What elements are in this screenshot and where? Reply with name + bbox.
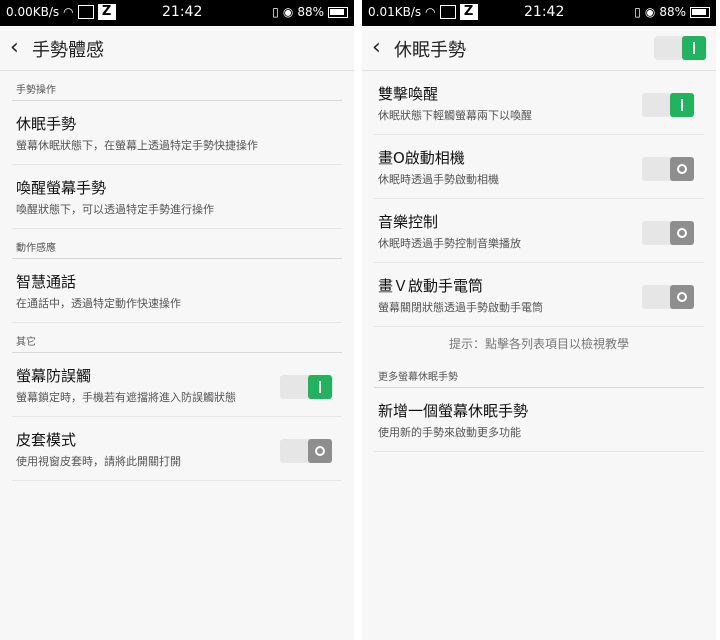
z-app-icon: Z — [97, 4, 116, 20]
section-label: 動作感應 — [12, 229, 342, 259]
section-label: 手勢操作 — [12, 71, 342, 101]
toggle-knob — [670, 157, 694, 181]
item-title: 雙擊喚醒 — [378, 85, 439, 103]
section-label: 更多螢幕休眠手勢 — [374, 358, 704, 388]
battery-icon — [328, 6, 348, 18]
wifi-icon: ◠ — [425, 5, 436, 19]
status-bar: 0.00KB/s ◠ Z 21:42 ▯ ◉ 88% — [0, 0, 354, 26]
item-subtitle: 使用新的手勢來啟動更多功能 — [378, 426, 521, 439]
pocket-mode-toggle[interactable] — [280, 375, 332, 399]
back-arrow-icon[interactable]: ‹ — [372, 37, 392, 59]
vibrate-icon: ▯ — [634, 5, 641, 19]
eye-icon: ◉ — [644, 5, 656, 19]
list-item-music-control[interactable]: 音樂控制 休眠時透過手勢控制音樂播放 — [374, 199, 704, 263]
page-title: 休眠手勢 — [394, 40, 466, 61]
left-screen: 0.00KB/s ◠ Z 21:42 ▯ ◉ 88% ‹ 手勢體感 手勢操作 休… — [0, 0, 354, 640]
list-item-wake-gesture[interactable]: 喚醒螢幕手勢 喚醒狀態下，可以透過特定手勢進行操作 — [12, 165, 342, 229]
item-subtitle: 螢幕關閉狀態透過手勢啟動手電筒 — [378, 301, 543, 314]
back-arrow-icon[interactable]: ‹ — [10, 37, 30, 59]
music-control-toggle[interactable] — [642, 221, 694, 245]
toggle-knob — [308, 375, 332, 399]
item-title: 智慧通話 — [16, 273, 77, 291]
hint-text: 提示：點擊各列表項目以檢視教學 — [448, 337, 629, 351]
item-title: 皮套模式 — [16, 431, 77, 449]
item-title: 螢幕防誤觸 — [16, 367, 92, 385]
item-subtitle: 休眠時透過手勢控制音樂播放 — [378, 237, 521, 250]
z-app-icon: Z — [459, 4, 478, 20]
status-time: 21:42 — [162, 4, 203, 20]
toggle-knob — [682, 36, 706, 60]
battery-icon — [690, 6, 710, 18]
item-title: 喚醒螢幕手勢 — [16, 179, 107, 197]
item-subtitle: 在通話中，透過特定動作快速操作 — [16, 297, 181, 310]
double-tap-wake-toggle[interactable] — [642, 93, 694, 117]
app-header: ‹ 手勢體感 — [0, 26, 354, 71]
item-title: 畫O啟動相機 — [378, 149, 465, 167]
vibrate-icon: ▯ — [272, 5, 279, 19]
list-item-draw-o-camera[interactable]: 畫O啟動相機 休眠時透過手勢啟動相機 — [374, 135, 704, 199]
list-item-pocket-mode[interactable]: 螢幕防誤觸 螢幕鎖定時，手機若有遮擋將進入防誤觸狀態 — [12, 353, 342, 417]
list-item-sleep-gesture[interactable]: 休眠手勢 螢幕休眠狀態下，在螢幕上透過特定手勢快捷操作 — [12, 101, 342, 165]
toggle-knob — [308, 439, 332, 463]
item-subtitle: 螢幕鎖定時，手機若有遮擋將進入防誤觸狀態 — [16, 391, 236, 404]
app-header: ‹ 休眠手勢 — [362, 26, 716, 71]
battery-percent: 88% — [659, 5, 686, 19]
sleep-gesture-master-toggle[interactable] — [654, 36, 706, 60]
section-label: 其它 — [12, 323, 342, 353]
cover-mode-toggle[interactable] — [280, 439, 332, 463]
toggle-knob — [670, 285, 694, 309]
wifi-icon: ◠ — [63, 5, 74, 19]
page-title: 手勢體感 — [32, 40, 104, 61]
network-speed: 0.01KB/s — [368, 5, 422, 19]
item-title: 音樂控制 — [378, 213, 439, 231]
status-time: 21:42 — [524, 4, 565, 20]
draw-v-flashlight-toggle[interactable] — [642, 285, 694, 309]
item-title: 休眠手勢 — [16, 115, 77, 133]
item-subtitle: 休眠狀態下輕觸螢幕兩下以喚醒 — [378, 109, 532, 122]
list-item-draw-v-flashlight[interactable]: 畫Ｖ啟動手電筒 螢幕關閉狀態透過手勢啟動手電筒 — [374, 263, 704, 327]
item-subtitle: 螢幕休眠狀態下，在螢幕上透過特定手勢快捷操作 — [16, 139, 258, 152]
battery-percent: 88% — [297, 5, 324, 19]
item-title: 畫Ｖ啟動手電筒 — [378, 277, 484, 295]
item-subtitle: 休眠時透過手勢啟動相機 — [378, 173, 499, 186]
image-icon — [439, 5, 456, 19]
item-subtitle: 使用視窗皮套時，請將此開關打開 — [16, 455, 181, 468]
list-item-smart-call[interactable]: 智慧通話 在通話中，透過特定動作快速操作 — [12, 259, 342, 323]
list-item-double-tap-wake[interactable]: 雙擊喚醒 休眠狀態下輕觸螢幕兩下以喚醒 — [374, 71, 704, 135]
network-speed: 0.00KB/s — [6, 5, 60, 19]
toggle-knob — [670, 93, 694, 117]
draw-o-camera-toggle[interactable] — [642, 157, 694, 181]
status-bar: 0.01KB/s ◠ Z 21:42 ▯ ◉ 88% — [362, 0, 716, 26]
item-subtitle: 喚醒狀態下，可以透過特定手勢進行操作 — [16, 203, 214, 216]
toggle-knob — [670, 221, 694, 245]
list-item-cover-mode[interactable]: 皮套模式 使用視窗皮套時，請將此開關打開 — [12, 417, 342, 481]
image-icon — [77, 5, 94, 19]
list-item-add-sleep-gesture[interactable]: 新增一個螢幕休眠手勢 使用新的手勢來啟動更多功能 — [374, 388, 704, 452]
eye-icon: ◉ — [282, 5, 294, 19]
item-title: 新增一個螢幕休眠手勢 — [378, 402, 529, 420]
right-screen: 0.01KB/s ◠ Z 21:42 ▯ ◉ 88% ‹ 休眠手勢 雙擊喚醒 休… — [362, 0, 716, 640]
